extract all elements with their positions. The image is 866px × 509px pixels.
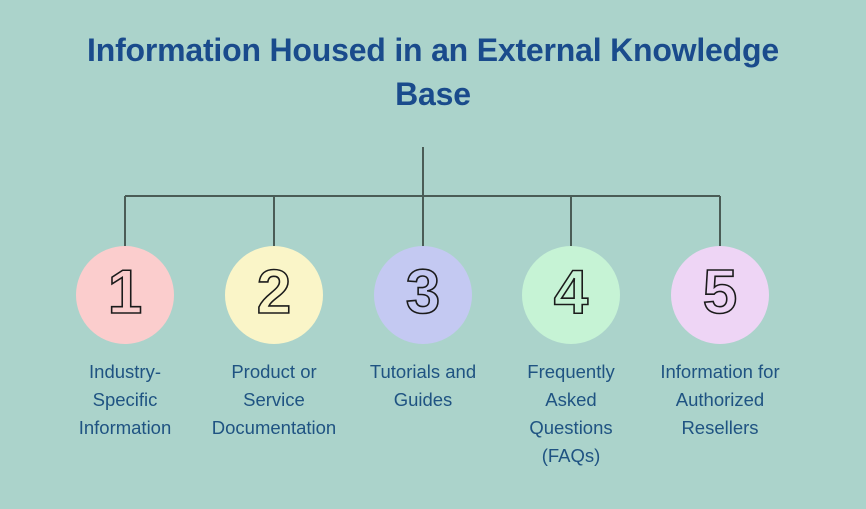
- node-number-4: 4: [553, 258, 589, 327]
- node-4[interactable]: 4 Frequently Asked Questions (FAQs): [496, 246, 646, 470]
- node-5[interactable]: 5 Information for Authorized Resellers: [645, 246, 795, 442]
- node-number-5: 5: [702, 258, 738, 327]
- node-label-3: Tutorials and Guides: [369, 361, 477, 410]
- node-number-1: 1: [107, 258, 143, 327]
- node-circle-5[interactable]: 5: [671, 246, 769, 344]
- node-label-5: Information for Authorized Resellers: [660, 361, 780, 438]
- node-3[interactable]: 3 Tutorials and Guides: [348, 246, 498, 414]
- node-number-3: 3: [405, 258, 441, 327]
- node-label-4: Frequently Asked Questions (FAQs): [527, 361, 615, 466]
- node-row: 1 Industry- Specific Information 2 Product …: [0, 246, 866, 496]
- node-circle-1[interactable]: 1: [76, 246, 174, 344]
- node-1[interactable]: 1 Industry- Specific Information: [50, 246, 200, 442]
- node-label-1: Industry- Specific Information: [78, 361, 172, 438]
- page-title: Information Housed in an External Knowle…: [87, 32, 779, 112]
- node-2[interactable]: 2 Product or Service Documentation: [199, 246, 349, 442]
- node-circle-3[interactable]: 3: [374, 246, 472, 344]
- node-number-2: 2: [256, 258, 292, 327]
- node-circle-2[interactable]: 2: [225, 246, 323, 344]
- node-circle-4[interactable]: 4: [522, 246, 620, 344]
- node-label-2: Product or Service Documentation: [211, 361, 337, 438]
- infographic-canvas: Information Housed in an External Knowle…: [0, 0, 866, 509]
